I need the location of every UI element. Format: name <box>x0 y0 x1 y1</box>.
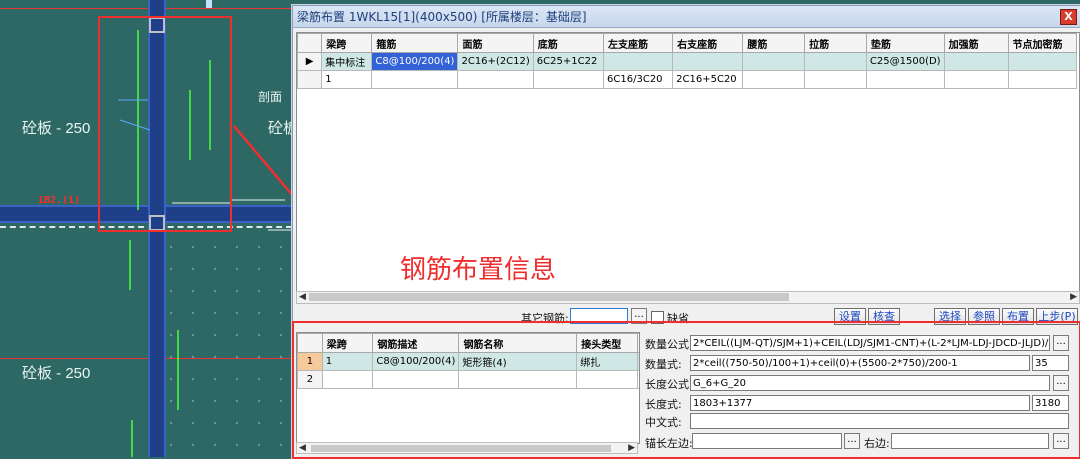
col-header[interactable]: 拉筋 <box>804 33 867 53</box>
grid-cell[interactable] <box>1007 52 1078 71</box>
grid-cell[interactable]: 6C16/3C20 <box>603 70 674 89</box>
grid-cell[interactable] <box>742 52 806 71</box>
grid-cell[interactable] <box>865 70 945 89</box>
col-header[interactable]: 梁跨 <box>321 33 373 53</box>
highlight-box-detail <box>292 321 1080 459</box>
table-row[interactable]: 1 6C16/3C20 2C16+5C20 <box>296 70 1078 89</box>
grid-cell[interactable] <box>804 70 867 89</box>
col-header[interactable]: 右支座筋 <box>672 33 744 53</box>
scroll-right-icon[interactable]: ▶ <box>1070 292 1077 302</box>
grid-cell[interactable] <box>371 70 459 89</box>
grid-cell[interactable] <box>943 70 1009 89</box>
grid-cell[interactable] <box>532 70 605 89</box>
dialog-titlebar[interactable]: 梁筋布置 1WKL15[1](400x500) [所属楼层：基础层] <box>293 6 1080 28</box>
grid-cell-selected[interactable]: C8@100/200(4) <box>371 52 459 71</box>
row-header-corner <box>296 33 323 53</box>
grid-cell[interactable]: 6C25+1C22 <box>532 52 605 71</box>
dialog-title: 梁筋布置 1WKL15[1](400x500) [所属楼层：基础层] <box>297 10 587 24</box>
grid-cell[interactable]: C25@1500(D) <box>865 52 945 71</box>
col-header[interactable]: 加强筋 <box>943 33 1009 53</box>
scroll-left-icon[interactable]: ◀ <box>299 292 306 302</box>
col-header[interactable]: 节点加密筋 <box>1007 33 1078 53</box>
grid-cell[interactable] <box>1007 70 1078 89</box>
row-marker: ▶ <box>296 52 323 71</box>
grid-cell[interactable] <box>603 52 674 71</box>
grid-cell[interactable] <box>672 52 744 71</box>
col-header[interactable]: 面筋 <box>457 33 534 53</box>
close-button[interactable]: X <box>1060 9 1077 25</box>
col-header[interactable]: 腰筋 <box>742 33 806 53</box>
grid-cell[interactable] <box>804 52 867 71</box>
table-row[interactable]: ▶ 集中标注 C8@100/200(4) 2C16+(2C12) 6C25+1C… <box>296 52 1078 71</box>
col-header[interactable]: 左支座筋 <box>603 33 674 53</box>
grid-cell[interactable] <box>457 70 534 89</box>
grid-cell[interactable] <box>943 52 1009 71</box>
annotation-label: 钢筋布置信息 <box>400 255 557 285</box>
grid-cell[interactable]: 集中标注 <box>321 52 373 71</box>
grid-horizontal-scrollbar[interactable]: ◀ ▶ <box>296 291 1080 304</box>
grid-cell[interactable] <box>742 70 806 89</box>
grid-cell[interactable]: 2C16+(2C12) <box>457 52 534 71</box>
scrollbar-thumb[interactable] <box>309 293 789 301</box>
beam-rebar-grid[interactable]: 梁跨 箍筋 面筋 底筋 左支座筋 右支座筋 腰筋 拉筋 垫筋 加强筋 节点加密筋… <box>296 32 1080 292</box>
grid-cell[interactable]: 2C16+5C20 <box>672 70 744 89</box>
grid-header-row: 梁跨 箍筋 面筋 底筋 左支座筋 右支座筋 腰筋 拉筋 垫筋 加强筋 节点加密筋 <box>296 33 1078 53</box>
col-header[interactable]: 箍筋 <box>371 33 459 53</box>
col-header[interactable]: 底筋 <box>532 33 605 53</box>
col-header[interactable]: 垫筋 <box>865 33 945 53</box>
grid-cell[interactable]: 1 <box>321 70 373 89</box>
rebar-layout-dialog: 梁筋布置 1WKL15[1](400x500) [所属楼层：基础层] X 梁跨 … <box>292 5 1080 459</box>
row-marker <box>296 70 323 89</box>
